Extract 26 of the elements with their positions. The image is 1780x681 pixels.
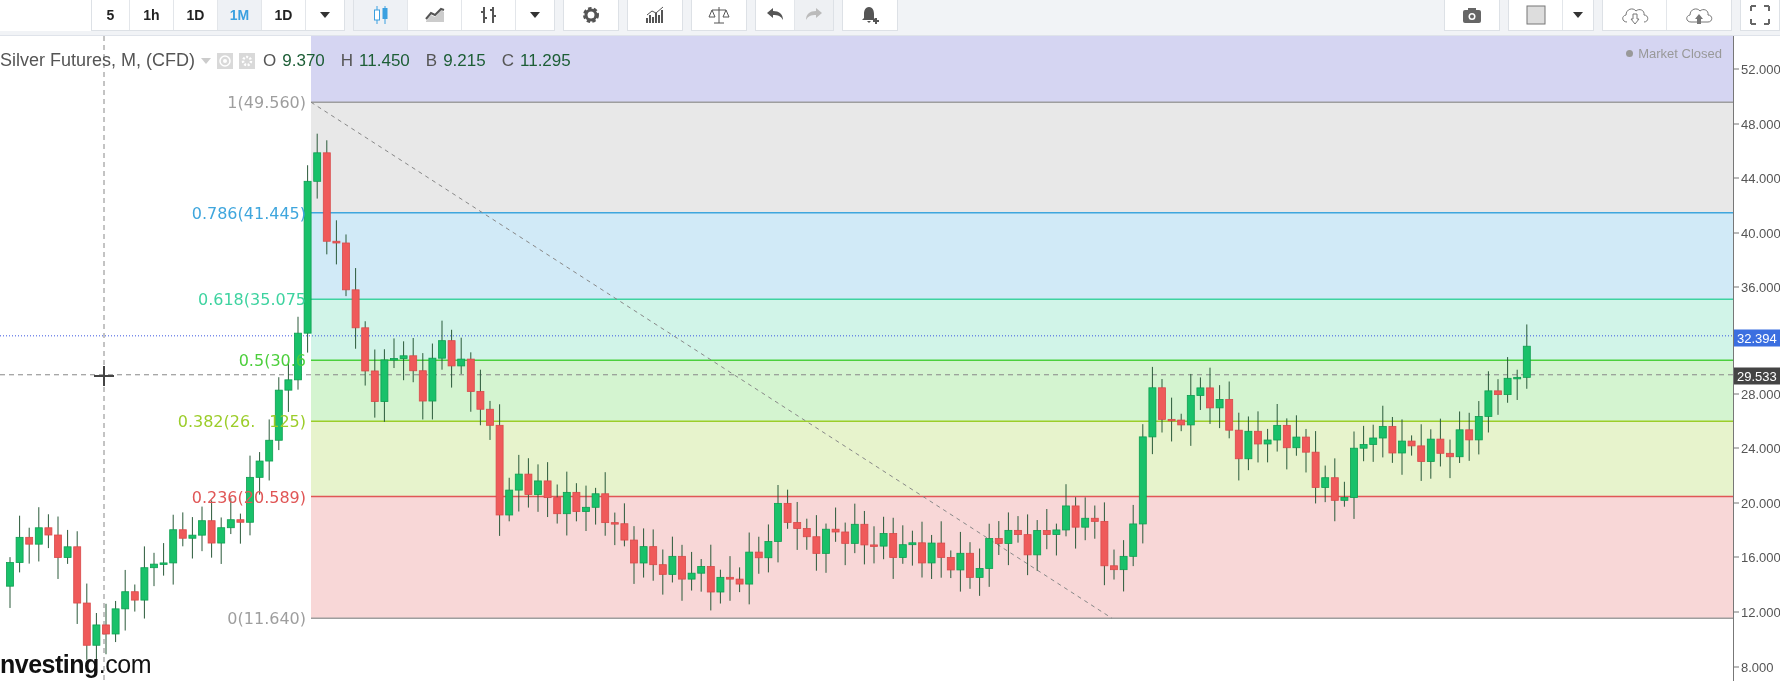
axis-label: 36.000 xyxy=(1734,279,1780,295)
axis-label: 52.000 xyxy=(1734,61,1780,77)
fibonacci-level-label: 1(49.560) xyxy=(227,93,306,113)
ohlc-value: 9.370 xyxy=(282,50,325,71)
ohlc-value: 11.450 xyxy=(359,50,410,71)
market-status: Market Closed xyxy=(1638,46,1722,61)
axis-label: 20.000 xyxy=(1734,495,1780,511)
price-tag: 29.533 xyxy=(1734,367,1780,385)
axis-label: 28.000 xyxy=(1734,386,1780,402)
axis-label: 16.000 xyxy=(1734,549,1780,565)
chart-title: Silver Futures, M, (CFD) xyxy=(0,50,195,71)
logo: nvesting.com xyxy=(0,650,151,679)
ohlc-value: 11.295 xyxy=(520,50,571,71)
ohlc-key: O xyxy=(263,50,277,71)
ohlc-value: 9.215 xyxy=(443,50,486,71)
axis-label: 12.000 xyxy=(1734,604,1780,620)
axis-label: 44.000 xyxy=(1734,170,1780,186)
axis-label: 40.000 xyxy=(1734,225,1780,241)
axis-label: 48.000 xyxy=(1734,116,1780,132)
axis-label: 24.000 xyxy=(1734,440,1780,456)
axis-label: 8.000 xyxy=(1734,659,1774,675)
fibonacci-level-label: 0(11.640) xyxy=(227,609,306,629)
price-tag: 32.394 xyxy=(1734,329,1780,347)
ohlc-key: C xyxy=(501,50,514,71)
ohlc-key: H xyxy=(340,50,354,71)
ohlc-key: B xyxy=(425,50,438,71)
